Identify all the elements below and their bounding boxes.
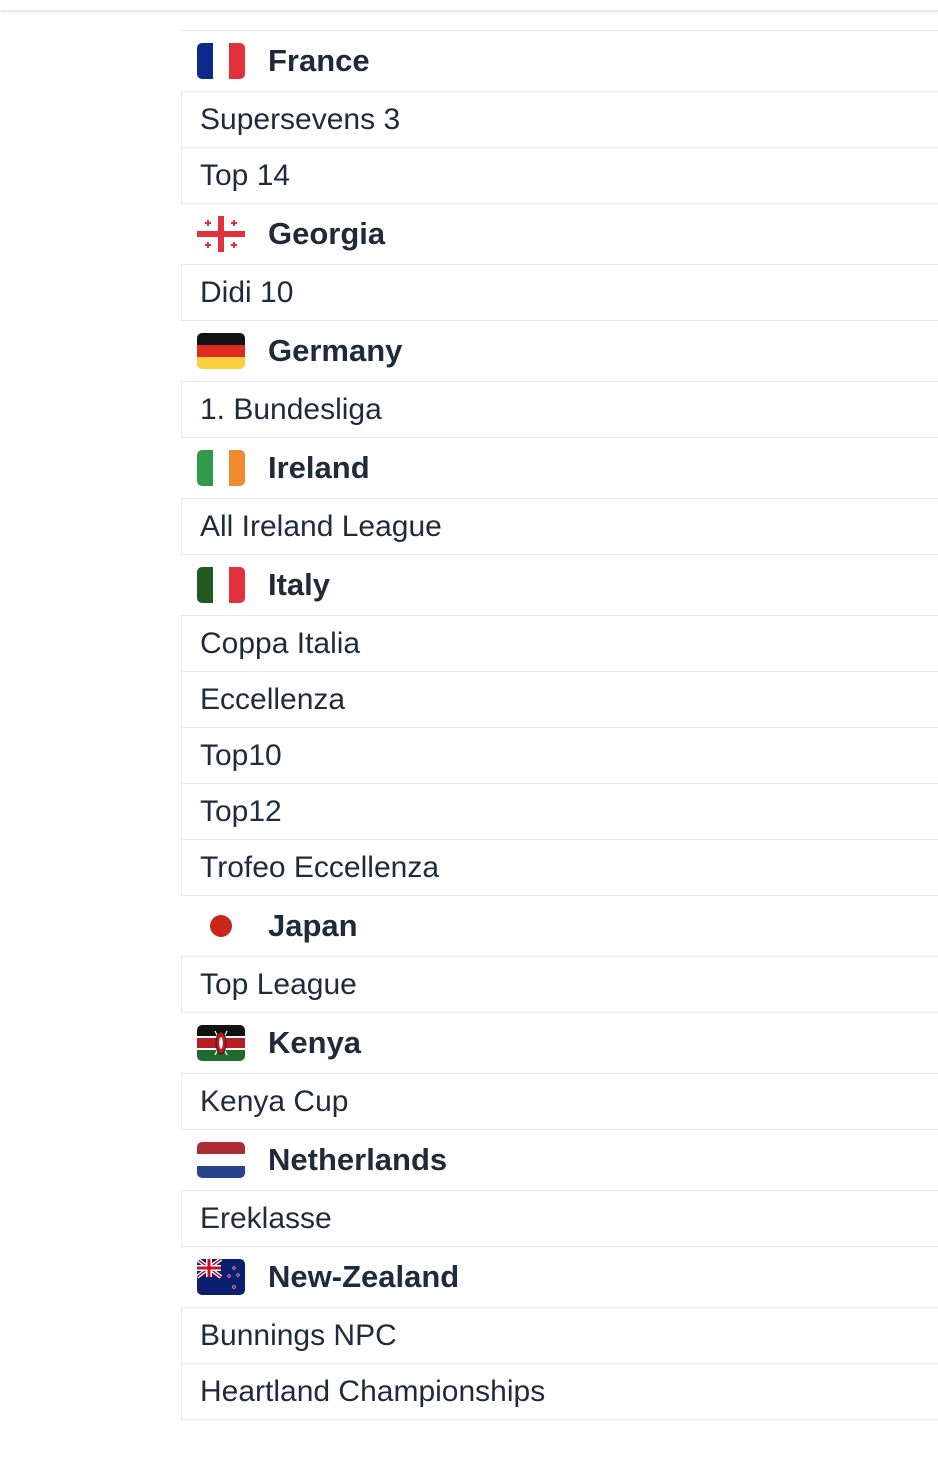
france-flag-icon — [197, 43, 245, 79]
italy-flag-icon — [197, 567, 245, 603]
league-item[interactable]: 1. Bundesliga — [181, 381, 938, 437]
league-item[interactable]: Trofeo Eccellenza — [181, 839, 938, 895]
league-item[interactable]: Supersevens 3 — [181, 91, 938, 147]
country-header-italy[interactable]: Italy — [181, 554, 938, 615]
league-item[interactable]: Bunnings NPC — [181, 1307, 938, 1363]
japan-flag-icon — [197, 908, 245, 944]
league-item[interactable]: Didi 10 — [181, 264, 938, 320]
country-name: Georgia — [268, 216, 386, 251]
league-item[interactable]: Eccellenza — [181, 671, 938, 727]
germany-flag-icon — [197, 333, 245, 369]
country-name: Japan — [268, 908, 358, 943]
league-item[interactable]: Coppa Italia — [181, 615, 938, 671]
country-name: Italy — [268, 567, 331, 602]
country-header-kenya[interactable]: Kenya — [181, 1012, 938, 1073]
country-header-ireland[interactable]: Ireland — [181, 437, 938, 498]
country-header-new-zealand[interactable]: New-Zealand — [181, 1246, 938, 1307]
kenya-flag-icon — [197, 1025, 245, 1061]
league-item[interactable]: Kenya Cup — [181, 1073, 938, 1129]
league-item[interactable]: Top10 — [181, 727, 938, 783]
country-name: Ireland — [268, 450, 370, 485]
country-name: New-Zealand — [268, 1259, 460, 1294]
country-name: Netherlands — [268, 1142, 448, 1177]
ireland-flag-icon — [197, 450, 245, 486]
league-item[interactable]: Top12 — [181, 783, 938, 839]
country-header-netherlands[interactable]: Netherlands — [181, 1129, 938, 1190]
league-item[interactable]: All Ireland League — [181, 498, 938, 554]
country-name: Kenya — [268, 1025, 362, 1060]
netherlands-flag-icon — [197, 1142, 245, 1178]
country-header-germany[interactable]: Germany — [181, 320, 938, 381]
top-bar — [0, 0, 938, 11]
new-zealand-flag-icon — [197, 1259, 245, 1295]
country-header-japan[interactable]: Japan — [181, 895, 938, 956]
country-header-france[interactable]: France — [181, 30, 938, 91]
league-item[interactable]: Top 14 — [181, 147, 938, 203]
country-name: France — [268, 43, 370, 78]
list-divider — [181, 1419, 938, 1421]
country-header-georgia[interactable]: Georgia — [181, 203, 938, 264]
competition-list: France Supersevens 3 Top 14 Georgia Didi… — [181, 30, 938, 1421]
league-item[interactable]: Heartland Championships — [181, 1363, 938, 1419]
country-name: Germany — [268, 333, 403, 368]
georgia-flag-icon — [197, 216, 245, 252]
league-item[interactable]: Top League — [181, 956, 938, 1012]
league-item[interactable]: Ereklasse — [181, 1190, 938, 1246]
